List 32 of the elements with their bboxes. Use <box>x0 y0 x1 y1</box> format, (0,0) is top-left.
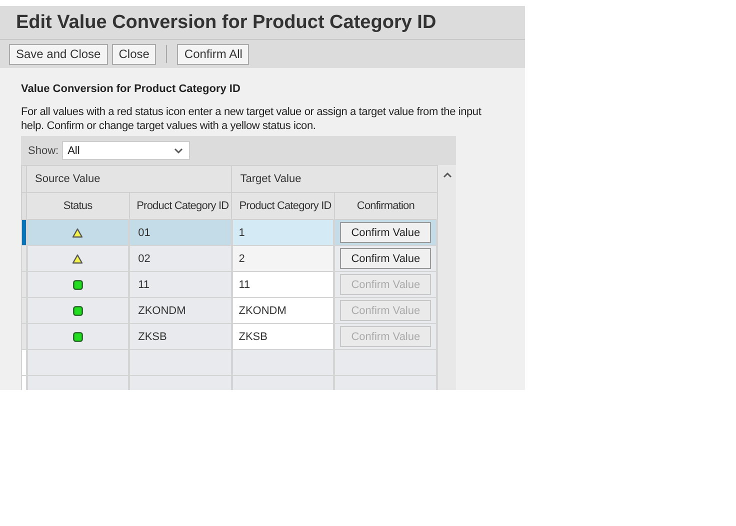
table-cell: ZKSB <box>138 330 167 342</box>
table-cell: ZKONDM <box>138 304 186 316</box>
status-square-icon <box>72 306 83 316</box>
scrollbar[interactable] <box>438 165 456 390</box>
status-square-icon <box>72 280 83 290</box>
column-header[interactable]: Confirmation <box>334 192 437 220</box>
toolbar-button[interactable]: Save and Close <box>9 44 108 64</box>
warning-triangle-icon <box>72 254 84 264</box>
table-cell: 01 <box>138 226 150 238</box>
column-header[interactable]: Product Category ID <box>129 192 232 220</box>
filter-label: Show: <box>28 144 59 156</box>
column-header[interactable]: Product Category ID <box>232 192 334 220</box>
section-title: Value Conversion for Product Category ID <box>21 83 242 95</box>
row-selector[interactable] <box>22 220 26 246</box>
column-group-header: Target Value <box>232 166 437 192</box>
window-title: Edit Value Conversion for Product Category ID <box>16 12 436 34</box>
toolbar-button[interactable]: Confirm All <box>177 44 250 64</box>
target-value-field[interactable]: 1 <box>232 220 334 246</box>
column-group-header: Source Value <box>26 166 232 192</box>
confirm-value-button[interactable]: Confirm Value <box>340 248 432 269</box>
column-header[interactable]: Status <box>26 192 130 220</box>
table-cell: 11 <box>138 278 150 290</box>
table-cell: 02 <box>138 252 150 264</box>
target-value-field[interactable]: 2 <box>232 246 334 272</box>
warning-triangle-icon <box>72 228 84 238</box>
status-square-icon <box>72 332 83 342</box>
confirm-value-button[interactable]: Confirm Value <box>340 222 432 243</box>
caret-icon <box>174 148 183 154</box>
scroll-up-icon[interactable] <box>442 172 452 178</box>
toolbar-button[interactable]: Close <box>112 44 156 64</box>
show-dropdown[interactable]: All <box>62 141 190 160</box>
description-text: For all values with a red status icon enter a new target value or assign a target value from the input help. Confirm or change target values with a yellow status icon. <box>21 105 482 133</box>
